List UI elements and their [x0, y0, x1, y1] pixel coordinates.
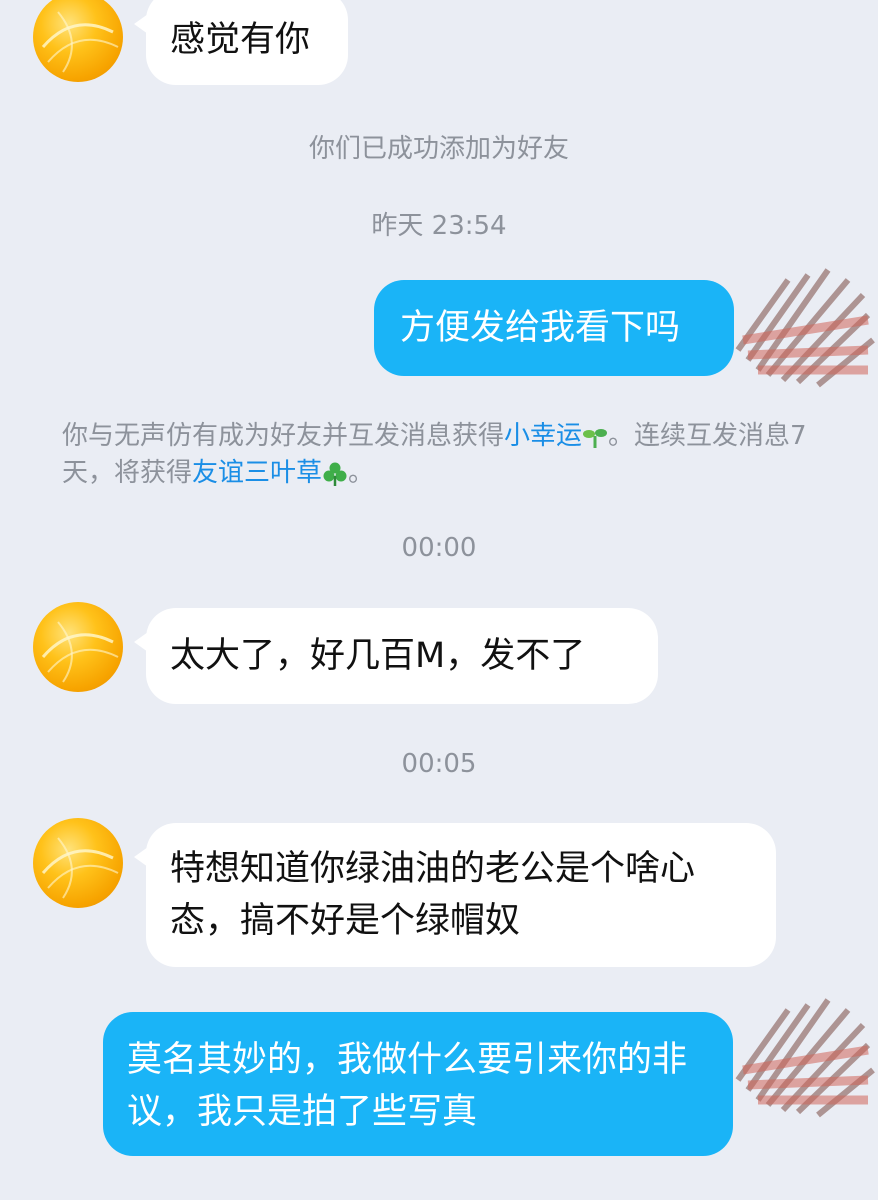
- message-text: 方便发给我看下吗: [400, 308, 681, 348]
- redacted-avatar-scribble: [735, 268, 875, 388]
- message-text: 莫名其妙的，我做什么要引来你的非议，我只是拍了些写真: [127, 1040, 688, 1132]
- message-bubble-incoming[interactable]: 特想知道你绿油油的老公是个啥心态，搞不好是个绿帽奴: [134, 823, 776, 967]
- message-bubble-incoming[interactable]: 太大了，好几百M，发不了: [134, 608, 658, 704]
- chat-thread: 感觉有你 你们已成功添加为好友 昨天 23:54 方便发给我看下吗 你与无声仿有…: [0, 0, 878, 1200]
- notice-text: 你与无声仿有成为好友并互发消息获得: [62, 421, 505, 451]
- clover-link[interactable]: 友谊三叶草: [192, 458, 322, 488]
- timestamp: 昨天 23:54: [371, 211, 507, 241]
- avatar-swirl-icon: [41, 837, 119, 899]
- message-bubble-outgoing[interactable]: 方便发给我看下吗: [374, 280, 734, 376]
- timestamp: 00:05: [401, 749, 477, 779]
- message-bubble-outgoing[interactable]: 莫名其妙的，我做什么要引来你的非议，我只是拍了些写真: [103, 1012, 733, 1156]
- clover-icon: [322, 461, 348, 487]
- contact-avatar[interactable]: [33, 602, 123, 692]
- friendship-notice: 你与无声仿有成为好友并互发消息获得小幸运 。连续互发消息7天，将获得友谊三叶草。: [62, 418, 832, 492]
- message-text: 太大了，好几百M，发不了: [170, 636, 586, 676]
- notice-text: 。: [348, 458, 375, 488]
- lucky-link[interactable]: 小幸运: [504, 421, 582, 451]
- avatar-swirl-icon: [41, 11, 119, 73]
- system-message: 你们已成功添加为好友: [308, 134, 569, 164]
- contact-avatar[interactable]: [33, 818, 123, 908]
- contact-avatar[interactable]: [33, 0, 123, 82]
- redacted-avatar-scribble: [735, 998, 875, 1118]
- avatar-swirl-icon: [41, 621, 119, 683]
- message-bubble-incoming[interactable]: 感觉有你: [134, 0, 348, 85]
- message-text: 特想知道你绿油油的老公是个啥心态，搞不好是个绿帽奴: [170, 849, 696, 941]
- message-text: 感觉有你: [170, 20, 311, 60]
- timestamp: 00:00: [401, 533, 477, 563]
- sprout-icon: [582, 424, 608, 450]
